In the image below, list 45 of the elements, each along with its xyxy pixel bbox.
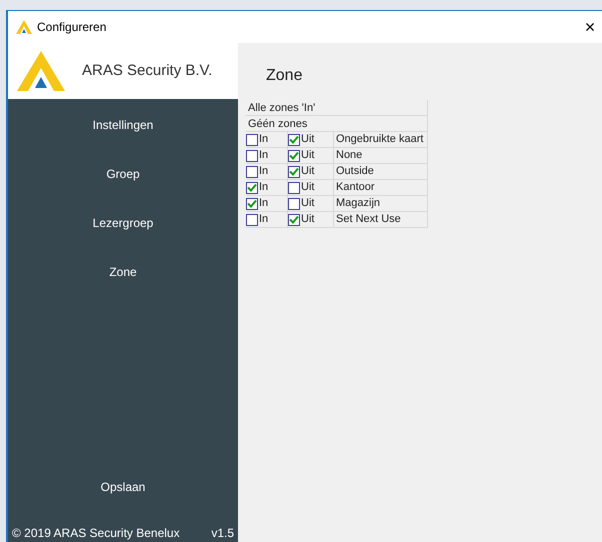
version-text: v1.5 [211,526,234,542]
in-checkbox[interactable] [246,214,258,226]
in-label: In [259,164,268,180]
in-checkbox[interactable] [246,150,258,162]
in-label: In [259,180,268,196]
close-button[interactable]: × [578,18,602,36]
sidebar-item[interactable]: Zone [109,263,137,281]
out-checkbox[interactable] [288,182,300,194]
zone-name: Kantoor [335,180,375,196]
zone-name: Outside [335,164,374,180]
copyright-text: © 2019 ARAS Security Benelux [12,526,180,542]
in-label: In [259,132,268,148]
in-checkbox[interactable] [246,166,258,178]
out-label: Uit [301,164,314,180]
out-label: Uit [301,212,314,228]
all-zones-in-button[interactable]: Alle zones 'In' [246,100,427,116]
in-label: In [259,212,268,228]
brand-name: ARAS Security B.V. [82,60,212,81]
in-label: In [259,148,268,164]
out-checkbox[interactable] [288,134,300,146]
out-checkbox[interactable] [288,150,300,162]
zone-name: Ongebruikte kaart [335,132,424,148]
out-checkbox[interactable] [288,198,300,210]
app-logo-icon [16,20,32,34]
in-checkbox[interactable] [246,134,258,146]
out-label: Uit [301,148,314,164]
brand-logo-icon [17,51,65,91]
in-checkbox[interactable] [246,198,258,210]
out-checkbox[interactable] [288,166,300,178]
zone-name: None [335,148,362,164]
sidebar-item[interactable]: Instellingen [92,116,154,134]
no-zones-button[interactable]: Géén zones [246,116,427,132]
sidebar-item[interactable]: Groep [106,165,140,183]
save-button[interactable]: Opslaan [100,478,146,496]
out-checkbox[interactable] [288,214,300,226]
out-label: Uit [301,180,314,196]
sidebar-item[interactable]: Lezergroep [92,214,154,232]
zone-name: Magazijn [335,196,380,212]
zone-name: Set Next Use [335,212,401,228]
out-label: Uit [301,132,314,148]
in-label: In [259,196,268,212]
in-checkbox[interactable] [246,182,258,194]
page-heading: Zone [266,66,304,86]
out-label: Uit [301,196,314,212]
window-title: Configureren [37,19,106,36]
